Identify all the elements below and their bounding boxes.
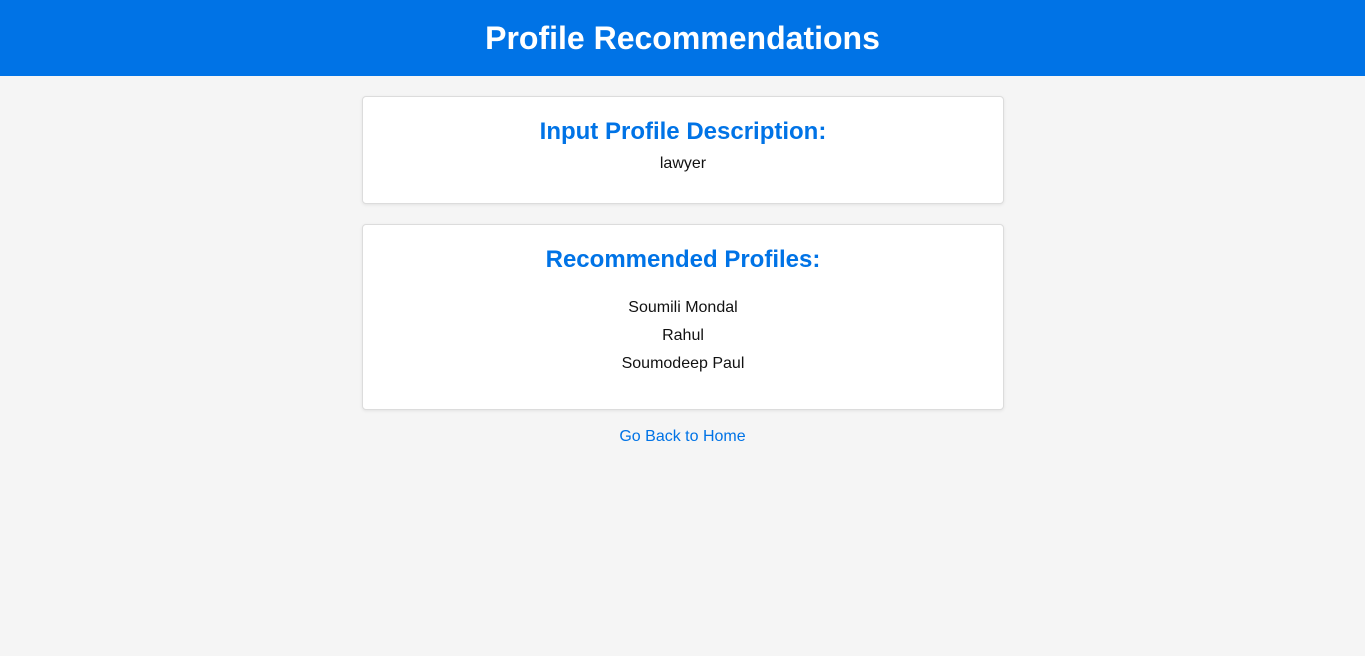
page-header: Profile Recommendations bbox=[0, 0, 1365, 76]
page-title: Profile Recommendations bbox=[485, 19, 880, 56]
profile-item: Rahul bbox=[662, 327, 704, 344]
input-profile-value: lawyer bbox=[659, 155, 707, 172]
input-profile-card: Input Profile Description: lawyer bbox=[362, 96, 1004, 204]
recommended-profiles-card: Recommended Profiles: Soumili Mondal Rah… bbox=[362, 224, 1004, 410]
back-link-container: Go Back to Home bbox=[0, 428, 1365, 446]
profile-item: Soumodeep Paul bbox=[621, 355, 745, 372]
go-back-home-link[interactable]: Go Back to Home bbox=[619, 428, 745, 445]
profile-item: Soumili Mondal bbox=[628, 299, 738, 316]
recommended-profiles-heading: Recommended Profiles: bbox=[545, 246, 821, 273]
input-profile-heading: Input Profile Description: bbox=[539, 118, 827, 145]
recommended-profiles-list: Soumili Mondal Rahul Soumodeep Paul bbox=[363, 294, 1003, 378]
